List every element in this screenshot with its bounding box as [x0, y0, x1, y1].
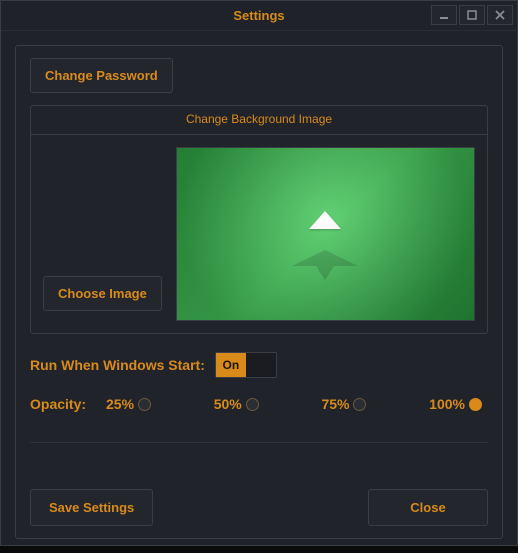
change-password-button[interactable]: Change Password [30, 58, 173, 93]
minimize-button[interactable] [431, 5, 457, 25]
maximize-icon [465, 8, 479, 22]
close-icon [493, 8, 507, 22]
background-fieldset: Change Background Image Choose Image [30, 105, 488, 334]
content: Change Password Change Background Image … [1, 31, 517, 553]
opacity-option-25[interactable]: 25% [106, 396, 151, 412]
save-settings-button[interactable]: Save Settings [30, 489, 153, 526]
choose-image-column: Choose Image [43, 147, 162, 321]
change-password-label: Change Password [45, 68, 158, 83]
opacity-row: Opacity: 25% 50% 75% 100% [30, 396, 488, 412]
close-window-button[interactable] [487, 5, 513, 25]
opacity-option-25-label: 25% [106, 396, 134, 412]
settings-panel: Change Password Change Background Image … [15, 45, 503, 539]
background-preview [176, 147, 475, 321]
opacity-option-75[interactable]: 75% [321, 396, 366, 412]
maximize-button[interactable] [459, 5, 485, 25]
opacity-option-100-label: 100% [429, 396, 465, 412]
save-settings-label: Save Settings [49, 500, 134, 515]
opacity-option-75-label: 75% [321, 396, 349, 412]
choose-image-label: Choose Image [58, 286, 147, 301]
plane-shadow-icon [290, 244, 360, 289]
radio-icon [469, 398, 482, 411]
choose-image-button[interactable]: Choose Image [43, 276, 162, 311]
autostart-row: Run When Windows Start: On [30, 352, 488, 378]
opacity-option-50-label: 50% [214, 396, 242, 412]
radio-icon [138, 398, 151, 411]
background-body: Choose Image [31, 135, 487, 333]
background-legend: Change Background Image [31, 106, 487, 135]
autostart-label: Run When Windows Start: [30, 357, 205, 373]
radio-icon [353, 398, 366, 411]
opacity-radio-group: 25% 50% 75% 100% [106, 396, 488, 412]
opacity-label: Opacity: [30, 396, 86, 412]
opacity-option-50[interactable]: 50% [214, 396, 259, 412]
paper-plane-icon [309, 211, 341, 229]
divider [30, 442, 488, 443]
close-button[interactable]: Close [368, 489, 488, 526]
titlebar: Settings [1, 1, 517, 31]
minimize-icon [437, 8, 451, 22]
footer-row: Save Settings Close [30, 489, 488, 526]
radio-icon [246, 398, 259, 411]
settings-window: Settings Change Password Change Backgrou… [0, 0, 518, 546]
opacity-option-100[interactable]: 100% [429, 396, 482, 412]
toggle-on-label: On [216, 353, 246, 377]
autostart-toggle[interactable]: On [215, 352, 277, 378]
window-title: Settings [233, 8, 284, 23]
close-label: Close [410, 500, 445, 515]
titlebar-buttons [431, 5, 513, 25]
